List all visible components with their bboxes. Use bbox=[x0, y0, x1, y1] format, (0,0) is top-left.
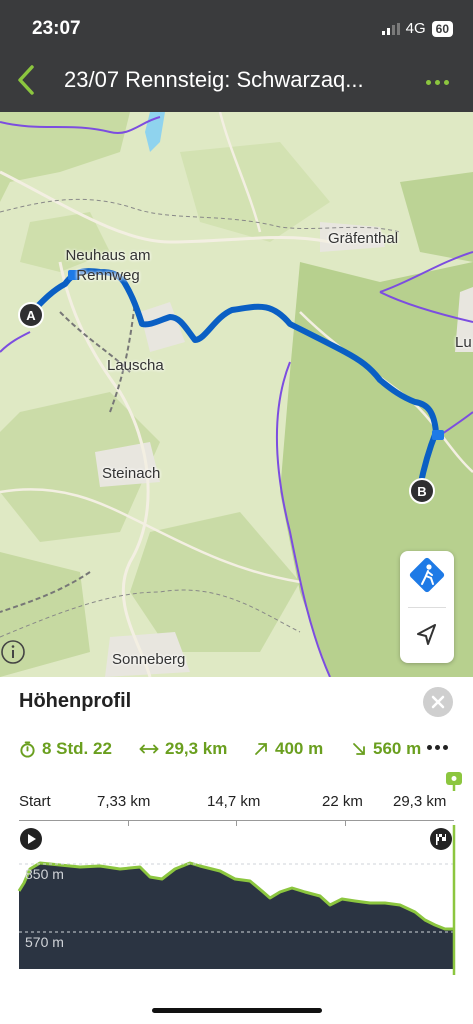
tour-stats: 8 Std. 22 29,3 km 400 m 560 m bbox=[19, 739, 473, 763]
network-label: 4G bbox=[405, 20, 426, 37]
nav-bar: 23/07 Rennsteig: Schwarzaq... bbox=[0, 55, 473, 110]
town-label-partial: Lu bbox=[455, 334, 472, 351]
map-view[interactable]: Neuhaus am Rennweg Gräfenthal Lauscha St… bbox=[0, 112, 473, 677]
descent-stat: 560 m bbox=[351, 739, 421, 759]
axis-label-1: 7,33 km bbox=[97, 793, 151, 810]
status-time: 23:07 bbox=[32, 18, 81, 39]
stopwatch-icon bbox=[20, 740, 35, 758]
town-label-steinach: Steinach bbox=[102, 465, 161, 482]
more-stats-icon[interactable] bbox=[427, 737, 453, 757]
elevation-sheet: Höhenprofil 8 Std. 22 29,3 km 400 m 560 … bbox=[0, 677, 473, 1024]
duration-stat: 8 Std. 22 bbox=[19, 739, 112, 759]
position-handle-icon[interactable] bbox=[444, 771, 464, 791]
elevation-label-low: 570 m bbox=[25, 934, 64, 950]
location-arrow-icon[interactable] bbox=[400, 607, 454, 663]
start-flag-icon bbox=[20, 828, 42, 850]
start-marker[interactable]: A bbox=[18, 302, 44, 328]
top-bar: 23:07 4G 60 23/07 Rennsteig: Schwarzaq..… bbox=[0, 0, 473, 112]
distance-value: 29,3 km bbox=[165, 739, 228, 758]
axis-label-3: 22 km bbox=[322, 793, 363, 810]
duration-value: 8 Std. 22 bbox=[42, 739, 112, 758]
distance-stat: 29,3 km bbox=[139, 739, 227, 759]
town-label-lauscha: Lauscha bbox=[107, 357, 164, 374]
town-label-graefenthal: Gräfenthal bbox=[328, 230, 399, 247]
signal-icon bbox=[381, 22, 400, 35]
descent-arrow-icon bbox=[353, 743, 365, 755]
elevation-profile[interactable] bbox=[0, 825, 473, 975]
map-controls bbox=[400, 551, 454, 663]
descent-value: 560 m bbox=[373, 739, 422, 758]
more-options-icon[interactable] bbox=[426, 80, 449, 85]
hiking-sport-icon[interactable] bbox=[400, 551, 454, 607]
end-marker[interactable]: B bbox=[409, 478, 435, 504]
info-icon[interactable] bbox=[0, 639, 26, 665]
distance-arrows-icon bbox=[139, 744, 159, 754]
start-marker-label: A bbox=[26, 307, 36, 323]
axis-label-start: Start bbox=[19, 793, 51, 810]
ascent-arrow-icon bbox=[255, 743, 267, 755]
axis-label-end: 29,3 km bbox=[393, 793, 447, 810]
home-indicator[interactable] bbox=[152, 1008, 322, 1013]
axis-label-2: 14,7 km bbox=[207, 793, 261, 810]
town-label-sonneberg: Sonneberg bbox=[112, 651, 186, 668]
sheet-title: Höhenprofil bbox=[19, 690, 132, 712]
ascent-value: 400 m bbox=[275, 739, 324, 758]
end-marker-label: B bbox=[417, 483, 427, 499]
battery-icon: 60 bbox=[431, 20, 453, 37]
tour-title: 23/07 Rennsteig: Schwarzaq... bbox=[64, 67, 364, 92]
back-arrow-icon[interactable] bbox=[10, 63, 44, 97]
finish-flag-icon bbox=[430, 828, 452, 850]
elevation-label-high: 850 m bbox=[25, 866, 64, 882]
close-icon bbox=[431, 695, 445, 709]
ascent-stat: 400 m bbox=[253, 739, 323, 759]
close-button[interactable] bbox=[423, 687, 453, 717]
status-indicators: 4G 60 bbox=[381, 20, 453, 37]
town-label-neuhaus: Neuhaus am Rennweg bbox=[65, 247, 151, 284]
